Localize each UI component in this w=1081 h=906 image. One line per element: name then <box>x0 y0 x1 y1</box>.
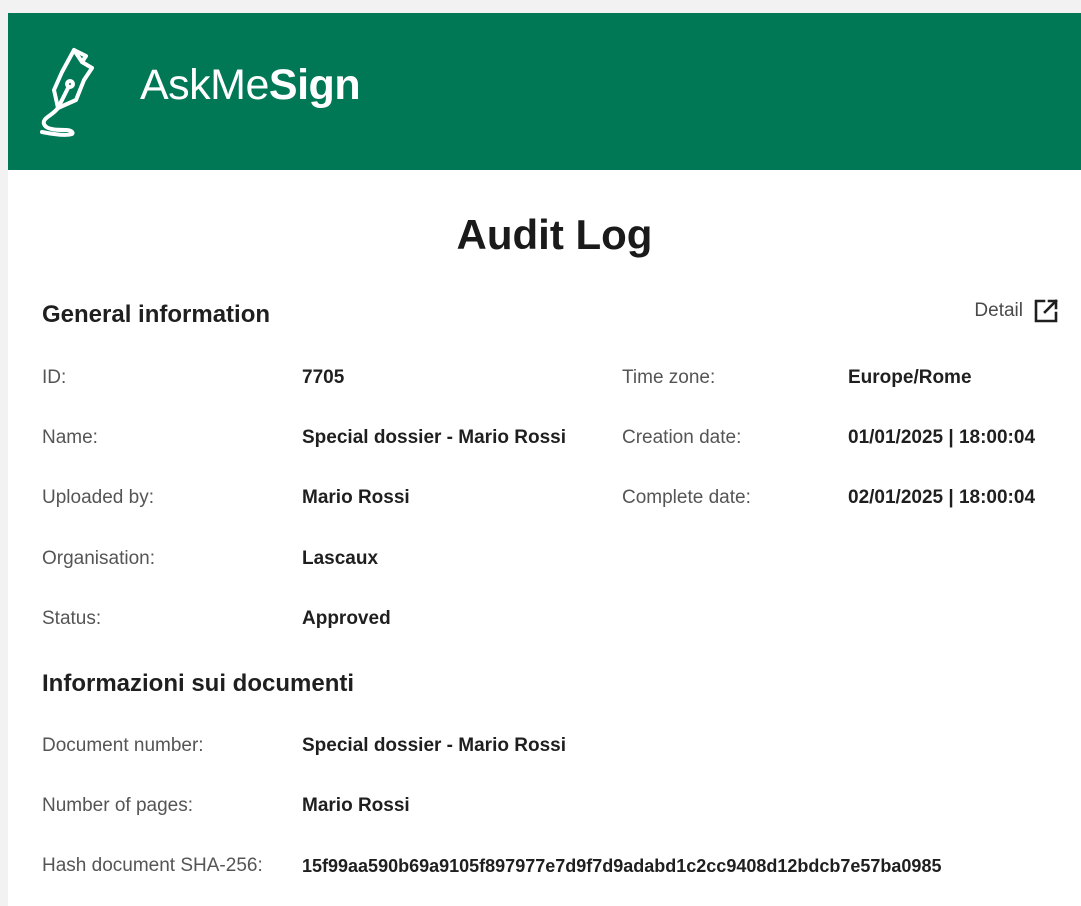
page-title: Audit Log <box>456 211 653 258</box>
creation-date-value: 01/01/2025 | 18:00:04 <box>848 427 1036 448</box>
creation-date-label: Creation date: <box>622 427 742 448</box>
document-number-value: Special dossier - Mario Rossi <box>302 735 566 756</box>
document-number-label: Document number: <box>42 735 204 756</box>
general-information-heading: General information <box>42 301 271 328</box>
header-banner: AskMeSign <box>8 13 1081 170</box>
complete-date-value: 02/01/2025 | 18:00:04 <box>848 487 1036 508</box>
brand-wordmark: AskMeSign <box>140 57 361 113</box>
uploaded-by-value: Mario Rossi <box>302 487 410 508</box>
organisation-value: Lascaux <box>302 548 379 569</box>
uploaded-by-label: Uploaded by: <box>42 487 154 508</box>
status-label: Status: <box>42 608 102 629</box>
id-value: 7705 <box>302 367 345 388</box>
brand-wordmark-light: AskMe <box>140 61 269 109</box>
hash-label: Hash document SHA-256: <box>42 855 263 876</box>
time-zone-label: Time zone: <box>622 367 716 388</box>
brand-wordmark-bold: Sign <box>268 61 361 109</box>
external-link-icon <box>1034 299 1058 323</box>
organisation-label: Organisation: <box>42 548 156 569</box>
documents-information-heading: Informazioni sui documenti <box>42 670 355 697</box>
detail-label: Detail <box>974 300 1023 321</box>
number-of-pages-label: Number of pages: <box>42 795 194 816</box>
status-value: Approved <box>302 608 391 629</box>
hash-value: 15f99aa590b69a9105f897977e7d9f7d9adabd1c… <box>302 856 942 876</box>
pen-nib-logo-icon <box>40 48 94 137</box>
number-of-pages-value: Mario Rossi <box>302 795 410 816</box>
audit-log-page: AskMeSign Audit Log General information … <box>8 13 1081 906</box>
id-label: ID: <box>42 367 67 388</box>
time-zone-value: Europe/Rome <box>848 367 972 388</box>
complete-date-label: Complete date: <box>622 487 751 508</box>
name-value: Special dossier - Mario Rossi <box>302 427 566 448</box>
name-label: Name: <box>42 427 98 448</box>
detail-link[interactable]: Detail <box>974 298 1059 324</box>
